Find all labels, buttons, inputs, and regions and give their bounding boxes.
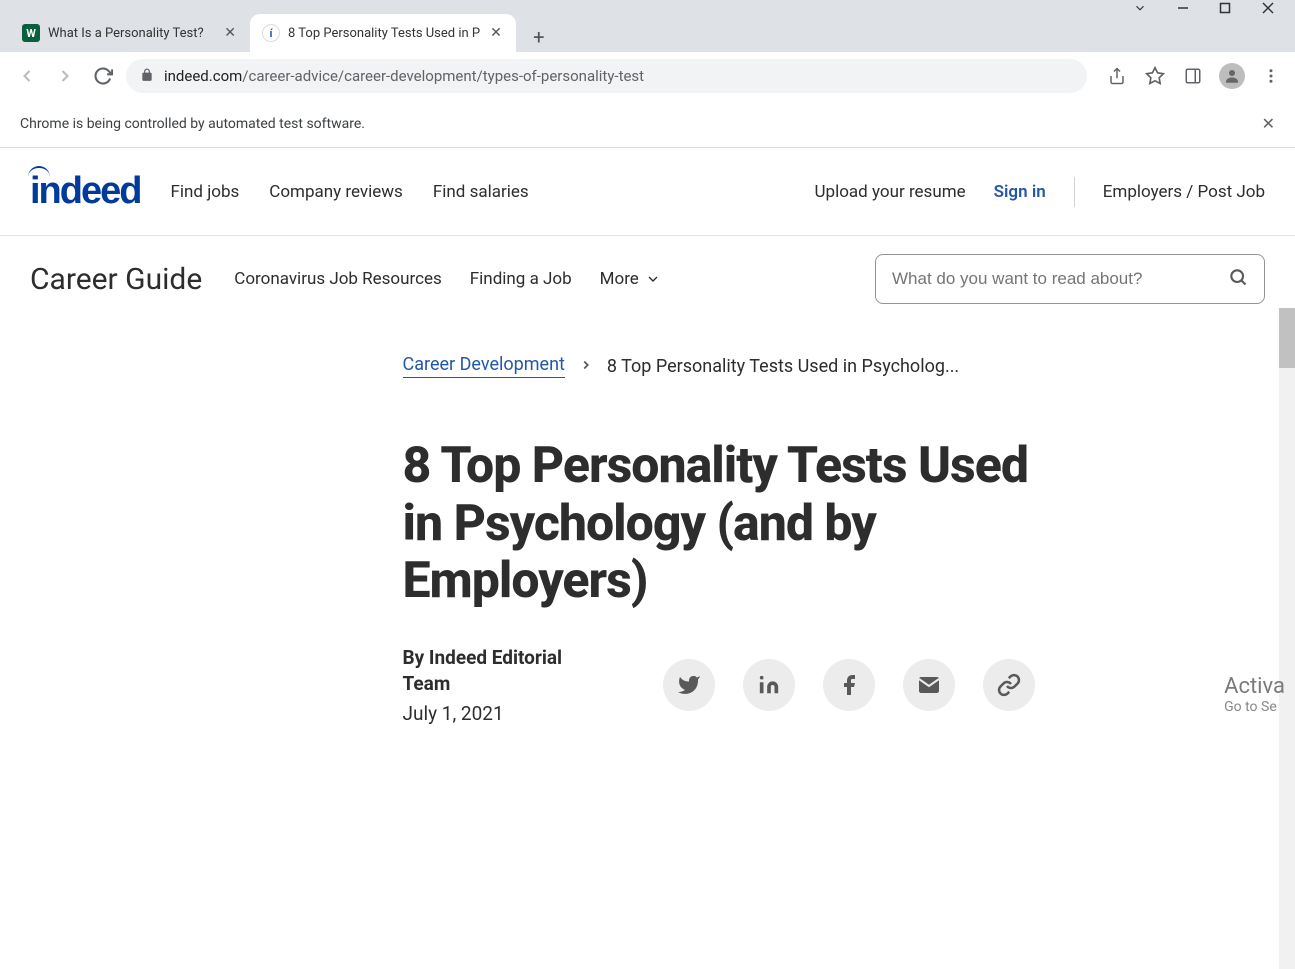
search-input[interactable]	[892, 269, 1216, 289]
scrollbar-thumb[interactable]	[1279, 308, 1295, 368]
nav-find-salaries[interactable]: Find salaries	[433, 182, 529, 202]
tab-close-icon[interactable]: ✕	[488, 23, 504, 43]
share-twitter-icon[interactable]	[663, 659, 715, 711]
publish-date: July 1, 2021	[403, 702, 603, 725]
share-link-icon[interactable]	[983, 659, 1035, 711]
author: By Indeed Editorial Team	[403, 645, 603, 698]
tab-close-icon[interactable]: ✕	[222, 23, 238, 43]
chevron-down-icon	[645, 271, 661, 287]
search-box[interactable]	[875, 254, 1265, 304]
subnav-more[interactable]: More	[600, 269, 661, 289]
profile-icon[interactable]	[1219, 63, 1245, 89]
panel-icon[interactable]	[1181, 64, 1205, 88]
tab-title: What Is a Personality Test?	[48, 26, 214, 41]
nav-find-jobs[interactable]: Find jobs	[170, 182, 239, 202]
breadcrumb-current: 8 Top Personality Tests Used in Psycholo…	[607, 356, 959, 377]
tab-favicon-icon: W	[22, 24, 40, 42]
tab-active[interactable]: í 8 Top Personality Tests Used in P ✕	[250, 14, 516, 52]
automation-info-bar: Chrome is being controlled by automated …	[0, 100, 1295, 148]
url-text: indeed.com/career-advice/career-developm…	[164, 67, 644, 85]
brand-logo[interactable]: indeed	[30, 170, 140, 213]
address-bar[interactable]: indeed.com/career-advice/career-developm…	[126, 59, 1087, 93]
search-icon[interactable]	[1228, 267, 1248, 291]
info-message: Chrome is being controlled by automated …	[20, 116, 365, 132]
info-close-icon[interactable]: ✕	[1262, 114, 1275, 133]
site-header: indeed Find jobs Company reviews Find sa…	[0, 148, 1295, 236]
career-guide-title[interactable]: Career Guide	[30, 262, 202, 297]
divider	[1074, 177, 1075, 207]
signin-link[interactable]: Sign in	[994, 182, 1046, 202]
tab-inactive[interactable]: W What Is a Personality Test? ✕	[10, 14, 250, 52]
share-email-icon[interactable]	[903, 659, 955, 711]
menu-icon[interactable]	[1259, 64, 1283, 88]
employers-link[interactable]: Employers / Post Job	[1103, 182, 1265, 202]
subnav: Career Guide Coronavirus Job Resources F…	[0, 236, 1295, 314]
share-linkedin-icon[interactable]	[743, 659, 795, 711]
byline: By Indeed Editorial Team July 1, 2021	[403, 645, 603, 725]
subnav-finding-job[interactable]: Finding a Job	[470, 269, 572, 289]
breadcrumb: Career Development 8 Top Personality Tes…	[403, 354, 1073, 378]
windows-activation-watermark: Activa Go to Se	[1224, 674, 1285, 715]
breadcrumb-link[interactable]: Career Development	[403, 354, 565, 378]
forward-button[interactable]	[50, 61, 80, 91]
article-title: 8 Top Personality Tests Used in Psycholo…	[403, 438, 1073, 611]
scrollbar-track[interactable]	[1279, 308, 1295, 969]
chevron-right-icon	[579, 356, 593, 377]
share-facebook-icon[interactable]	[823, 659, 875, 711]
subnav-coronavirus[interactable]: Coronavirus Job Resources	[234, 269, 442, 289]
nav-company-reviews[interactable]: Company reviews	[269, 182, 403, 202]
bookmark-icon[interactable]	[1143, 64, 1167, 88]
lock-icon	[140, 67, 154, 86]
back-button[interactable]	[12, 61, 42, 91]
upload-resume-link[interactable]: Upload your resume	[815, 182, 966, 202]
share-icon[interactable]	[1105, 64, 1129, 88]
reload-button[interactable]	[88, 61, 118, 91]
tab-favicon-icon: í	[262, 24, 280, 42]
tab-title: 8 Top Personality Tests Used in P	[288, 26, 480, 41]
new-tab-button[interactable]: +	[524, 22, 554, 52]
tab-bar: W What Is a Personality Test? ✕ í 8 Top …	[0, 0, 1295, 52]
